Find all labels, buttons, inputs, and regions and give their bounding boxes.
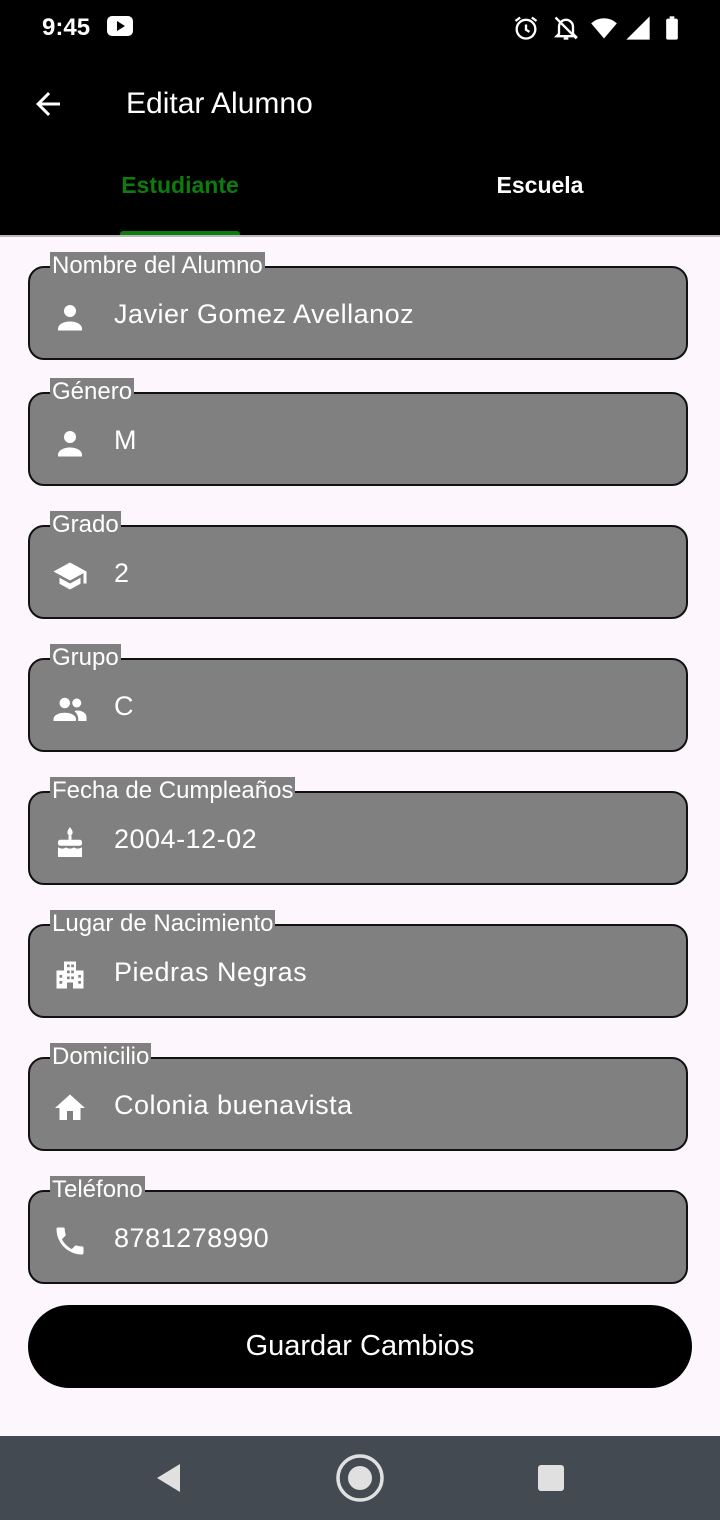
- group-field[interactable]: Grupo C: [28, 644, 688, 752]
- grade-field[interactable]: Grado 2: [28, 511, 688, 619]
- tab-estudiante[interactable]: Estudiante: [0, 172, 360, 236]
- person-icon: [58, 431, 82, 457]
- field-label: Grupo: [50, 644, 121, 671]
- status-bar: 9:45: [0, 0, 720, 56]
- phone-icon: [56, 1227, 84, 1255]
- notifications-off-icon: [553, 16, 579, 40]
- field-value: 2004-12-02: [114, 824, 258, 854]
- tab-divider: [0, 235, 720, 237]
- birthday-field[interactable]: Fecha de Cumpleaños 2004-12-02: [28, 777, 688, 885]
- system-nav-bar: [0, 1436, 720, 1520]
- field-value: 8781278990: [114, 1223, 270, 1253]
- field-label: Nombre del Alumno: [50, 252, 265, 279]
- field-value: Colonia buenavista: [114, 1090, 353, 1120]
- home-icon: [55, 1094, 85, 1120]
- student-name-field[interactable]: Nombre del Alumno Javier Gomez Avellanoz: [28, 252, 688, 360]
- back-arrow-icon[interactable]: [30, 86, 66, 122]
- alarm-icon: [514, 16, 538, 40]
- phone-field[interactable]: Teléfono 8781278990: [28, 1176, 688, 1284]
- status-time: 9:45: [42, 14, 91, 41]
- field-value: M: [114, 425, 137, 455]
- address-field[interactable]: Domicilio Colonia buenavista: [28, 1043, 688, 1151]
- field-label: Teléfono: [50, 1176, 145, 1203]
- youtube-notification-icon: [107, 16, 133, 36]
- field-label: Lugar de Nacimiento: [50, 910, 276, 937]
- save-changes-button[interactable]: Guardar Cambios: [28, 1305, 692, 1388]
- school-icon: [53, 562, 87, 590]
- field-value: C: [114, 691, 134, 721]
- field-label: Género: [50, 378, 135, 405]
- nav-back-icon[interactable]: [154, 1460, 184, 1496]
- field-value: 2: [114, 558, 130, 588]
- field-value: Piedras Negras: [114, 957, 308, 987]
- city-icon: [56, 961, 84, 989]
- wifi-icon: [591, 18, 617, 39]
- birthplace-field[interactable]: Lugar de Nacimiento Piedras Negras: [28, 910, 688, 1018]
- field-label: Domicilio: [50, 1043, 152, 1070]
- tab-escuela[interactable]: Escuela: [360, 172, 720, 236]
- field-label: Fecha de Cumpleaños: [50, 777, 296, 804]
- cellular-signal-icon: [626, 16, 650, 40]
- field-label: Grado: [50, 511, 121, 538]
- battery-icon: [666, 16, 678, 40]
- person-icon: [58, 305, 82, 331]
- nav-home-icon[interactable]: [334, 1452, 386, 1504]
- gender-field[interactable]: Género M: [28, 378, 688, 486]
- field-value: Javier Gomez Avellanoz: [114, 299, 415, 329]
- group-icon: [53, 697, 87, 721]
- cake-icon: [58, 827, 82, 857]
- page-title: Editar Alumno: [126, 87, 313, 120]
- nav-recents-icon[interactable]: [537, 1464, 565, 1492]
- app-bar: Editar Alumno Estudiante Escuela: [0, 56, 720, 236]
